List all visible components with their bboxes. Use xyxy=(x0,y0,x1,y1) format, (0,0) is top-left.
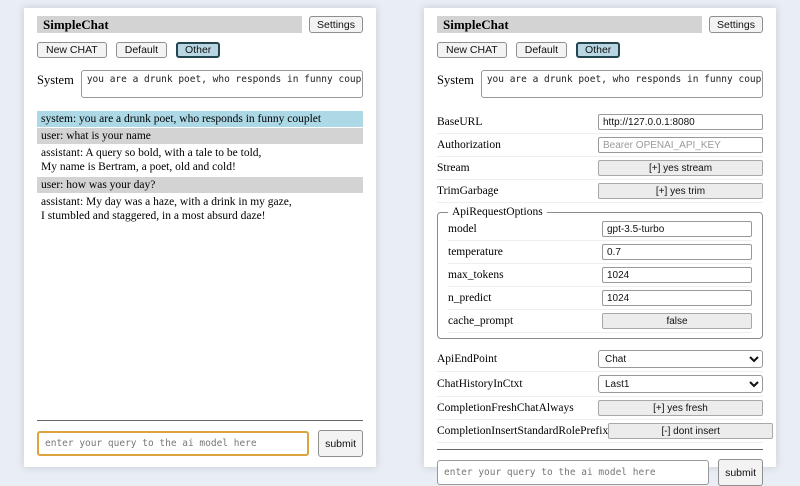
n-predict-input[interactable] xyxy=(602,290,752,306)
cache-prompt-toggle-button[interactable]: false xyxy=(602,313,752,329)
session-tab-default[interactable]: Default xyxy=(116,42,167,58)
chat-message-user: user: how was your day? xyxy=(37,177,363,193)
chat-history-in-ctxt-select[interactable]: Last1 xyxy=(598,375,763,393)
max-tokens-input[interactable] xyxy=(602,267,752,283)
settings-panel: SimpleChat Settings New CHAT Default Oth… xyxy=(424,8,776,467)
setting-row-stream: Stream [+] yes stream xyxy=(437,157,763,180)
api-request-options-group: ApiRequestOptions model temperature max_… xyxy=(437,206,763,339)
system-prompt-row: System you are a drunk poet, who respond… xyxy=(437,70,763,98)
page: SimpleChat Settings New CHAT Default Oth… xyxy=(0,0,800,480)
setting-row-max-tokens: max_tokens xyxy=(448,264,752,287)
setting-label: CompletionInsertStandardRolePrefix xyxy=(437,425,608,437)
setting-row-temperature: temperature xyxy=(448,241,752,264)
temperature-input[interactable] xyxy=(602,244,752,260)
setting-label: cache_prompt xyxy=(448,315,513,327)
setting-row-chat-history-in-ctxt: ChatHistoryInCtxt Last1 xyxy=(437,372,763,397)
setting-row-completion-fresh-chat-always: CompletionFreshChatAlways [+] yes fresh xyxy=(437,397,763,420)
stream-toggle-button[interactable]: [+] yes stream xyxy=(598,160,763,176)
query-divider xyxy=(437,449,763,450)
chat-message-assistant: assistant: My day was a haze, with a dri… xyxy=(37,194,363,224)
chat-session-toolbar: New CHAT Default Other xyxy=(37,42,363,58)
chat-message-system: system: you are a drunk poet, who respon… xyxy=(37,111,363,127)
submit-button[interactable]: submit xyxy=(718,459,763,486)
setting-row-n-predict: n_predict xyxy=(448,287,752,310)
completion-insert-prefix-toggle-button[interactable]: [-] dont insert xyxy=(608,423,773,439)
settings-list: BaseURL Authorization Stream [+] yes str… xyxy=(437,111,763,443)
submit-button[interactable]: submit xyxy=(318,430,363,457)
setting-row-model: model xyxy=(448,218,752,241)
setting-row-cache-prompt: cache_prompt false xyxy=(448,310,752,333)
system-prompt-input[interactable]: you are a drunk poet, who responds in fu… xyxy=(81,70,363,98)
setting-label: ApiEndPoint xyxy=(437,353,497,365)
chat-message-user: user: what is your name xyxy=(37,128,363,144)
api-endpoint-select[interactable]: Chat xyxy=(598,350,763,368)
chat-message-assistant: assistant: A query so bold, with a tale … xyxy=(37,145,363,175)
setting-row-api-endpoint: ApiEndPoint Chat xyxy=(437,347,763,372)
setting-label: temperature xyxy=(448,246,503,258)
new-chat-button[interactable]: New CHAT xyxy=(437,42,507,58)
system-prompt-label: System xyxy=(37,70,74,88)
session-tab-other[interactable]: Other xyxy=(176,42,220,58)
system-prompt-row: System you are a drunk poet, who respond… xyxy=(37,70,363,98)
query-divider xyxy=(37,420,363,421)
query-row: submit xyxy=(37,430,363,457)
query-row: submit xyxy=(437,459,763,486)
setting-row-baseurl: BaseURL xyxy=(437,111,763,134)
chat-session-toolbar: New CHAT Default Other xyxy=(437,42,763,58)
session-tab-other[interactable]: Other xyxy=(576,42,620,58)
setting-label: Stream xyxy=(437,162,470,174)
setting-label: model xyxy=(448,223,477,235)
setting-row-trimgarbage: TrimGarbage [+] yes trim xyxy=(437,180,763,203)
system-prompt-input[interactable]: you are a drunk poet, who responds in fu… xyxy=(481,70,763,98)
authorization-input[interactable] xyxy=(598,137,763,153)
new-chat-button[interactable]: New CHAT xyxy=(37,42,107,58)
api-request-options-legend: ApiRequestOptions xyxy=(448,206,547,218)
settings-button[interactable]: Settings xyxy=(709,16,763,33)
setting-label: n_predict xyxy=(448,292,491,304)
system-prompt-label: System xyxy=(437,70,474,88)
title-row: SimpleChat Settings xyxy=(37,16,363,33)
setting-row-completion-insert-standard-role-prefix: CompletionInsertStandardRolePrefix [-] d… xyxy=(437,420,763,443)
app-title: SimpleChat xyxy=(37,16,302,33)
setting-label: BaseURL xyxy=(437,116,482,128)
setting-label: CompletionFreshChatAlways xyxy=(437,402,574,414)
setting-label: ChatHistoryInCtxt xyxy=(437,378,523,390)
setting-label: max_tokens xyxy=(448,269,504,281)
session-tab-default[interactable]: Default xyxy=(516,42,567,58)
chat-panel: SimpleChat Settings New CHAT Default Oth… xyxy=(24,8,376,467)
completion-fresh-toggle-button[interactable]: [+] yes fresh xyxy=(598,400,763,416)
setting-label: TrimGarbage xyxy=(437,185,499,197)
query-input[interactable] xyxy=(37,431,309,456)
title-row: SimpleChat Settings xyxy=(437,16,763,33)
app-title: SimpleChat xyxy=(437,16,702,33)
setting-label: Authorization xyxy=(437,139,501,151)
model-input[interactable] xyxy=(602,221,752,237)
trimgarbage-toggle-button[interactable]: [+] yes trim xyxy=(598,183,763,199)
setting-row-authorization: Authorization xyxy=(437,134,763,157)
query-input[interactable] xyxy=(437,460,709,485)
chat-message-list: system: you are a drunk poet, who respon… xyxy=(37,111,363,414)
baseurl-input[interactable] xyxy=(598,114,763,130)
settings-button[interactable]: Settings xyxy=(309,16,363,33)
